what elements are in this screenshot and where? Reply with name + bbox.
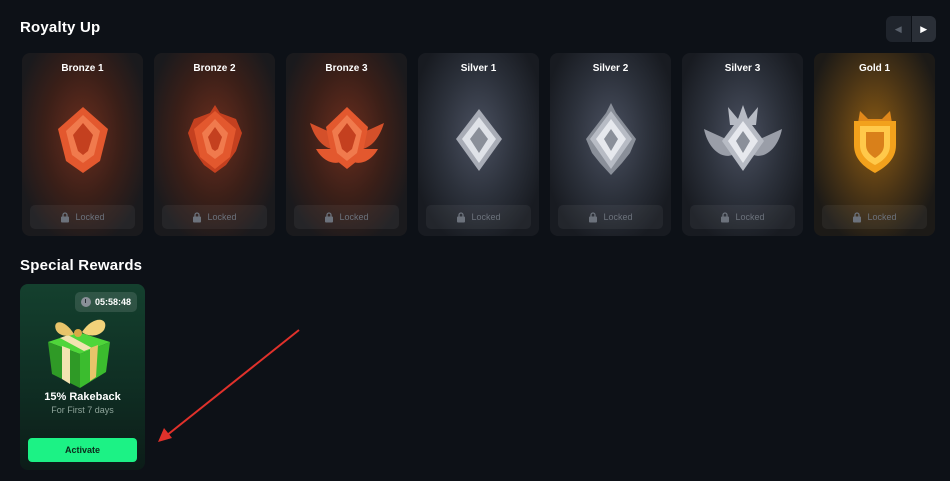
locked-label: Locked [339,212,369,222]
bronze-badge-icon [38,93,128,183]
tier-card-gold-1[interactable]: Gold 1 Locked [814,53,935,236]
tier-name: Gold 1 [858,63,891,74]
tier-name: Silver 1 [460,63,497,74]
locked-indicator: Locked [426,205,531,229]
gift-box-icon [34,304,124,394]
locked-indicator: Locked [690,205,795,229]
silver-badge-icon [698,93,788,183]
bronze-badge-icon [170,93,260,183]
tier-card-bronze-2[interactable]: Bronze 2 Locked [154,53,275,236]
locked-label: Locked [735,212,765,222]
locked-label: Locked [603,212,633,222]
tier-carousel: Bronze 1 Locked Bronze 2 Locked Bronze 3… [22,53,935,236]
lock-icon [853,211,862,222]
locked-label: Locked [207,212,237,222]
tier-card-bronze-1[interactable]: Bronze 1 Locked [22,53,143,236]
silver-badge-icon [566,93,656,183]
tier-name: Bronze 2 [193,63,236,74]
reward-title: 15% Rakeback [44,391,121,403]
activate-button[interactable]: Activate [28,438,137,462]
silver-badge-icon [434,93,524,183]
locked-indicator: Locked [162,205,267,229]
lock-icon [325,211,334,222]
locked-indicator: Locked [30,205,135,229]
lock-icon [61,211,70,222]
tier-name: Silver 2 [592,63,629,74]
tier-name: Bronze 3 [325,63,368,74]
locked-label: Locked [867,212,897,222]
tier-card-silver-3[interactable]: Silver 3 Locked [682,53,803,236]
locked-indicator: Locked [294,205,399,229]
locked-indicator: Locked [558,205,663,229]
tier-name: Bronze 1 [61,63,104,74]
tier-card-bronze-3[interactable]: Bronze 3 Locked [286,53,407,236]
bronze-badge-icon [302,93,392,183]
reward-subtitle: For First 7 days [51,405,114,415]
special-rewards-title: Special Rewards [20,257,143,274]
tier-name: Silver 3 [724,63,761,74]
lock-icon [589,211,598,222]
locked-indicator: Locked [822,205,927,229]
rakeback-reward-card: 05:58:48 15% Rakeback For First 7 days A… [20,284,145,470]
royalty-section-title: Royalty Up [20,19,101,36]
lock-icon [193,211,202,222]
gold-badge-icon [830,93,920,183]
chevron-left-icon[interactable]: ◀ [886,16,912,42]
carousel-nav: ◀ ▶ [886,16,936,42]
tier-card-silver-1[interactable]: Silver 1 Locked [418,53,539,236]
locked-label: Locked [75,212,105,222]
lock-icon [721,211,730,222]
chevron-right-icon[interactable]: ▶ [911,16,936,42]
locked-label: Locked [471,212,501,222]
lock-icon [457,211,466,222]
tier-card-silver-2[interactable]: Silver 2 Locked [550,53,671,236]
